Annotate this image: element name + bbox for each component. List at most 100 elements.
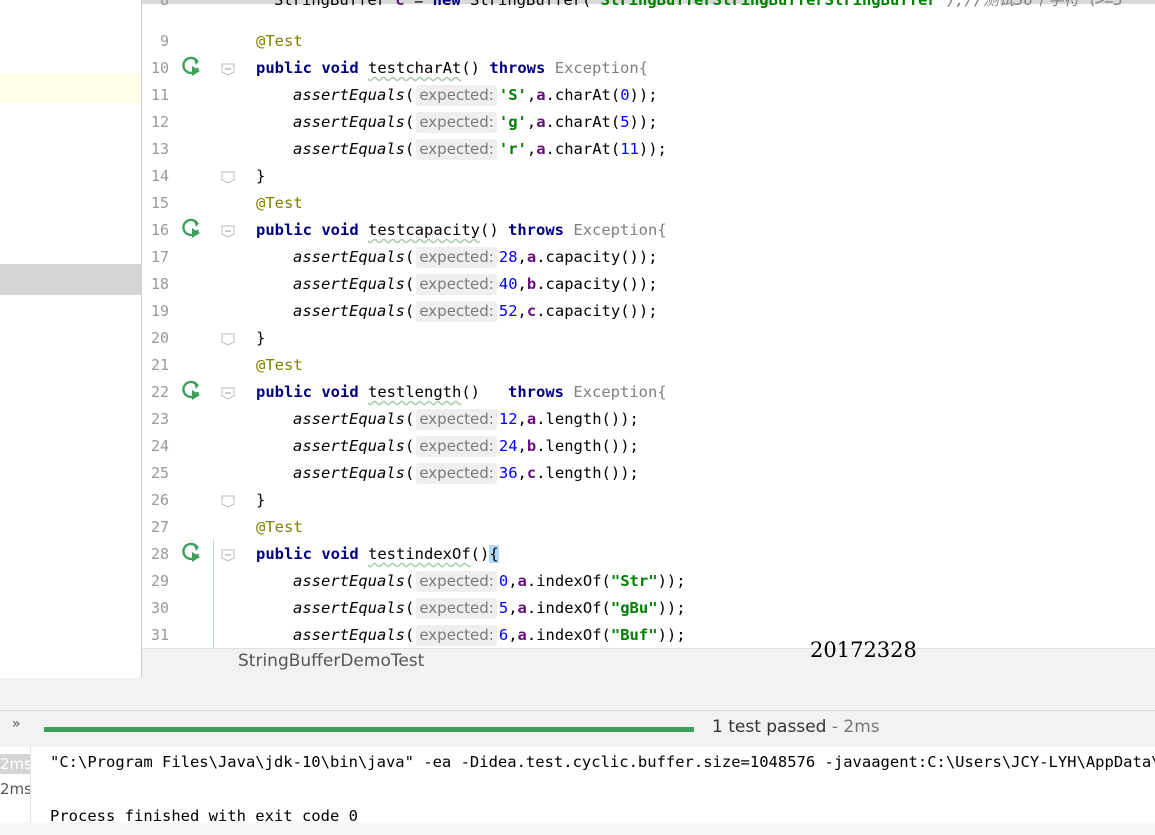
method-call: assertEquals [293, 599, 405, 617]
parameter-hint: expected: [416, 274, 497, 295]
code-line[interactable]: public void testcapacity() throws Except… [256, 217, 667, 244]
annotation-token: @Test [256, 32, 303, 50]
exception-token: Exception{ [573, 221, 667, 239]
project-tree-row-highlight[interactable] [0, 73, 141, 103]
parameter-hint: expected: [416, 247, 497, 268]
code-token: ( [404, 86, 415, 104]
code-token: ( [404, 599, 415, 617]
code-line[interactable]: @Test [256, 514, 303, 541]
student-id-watermark: 20172328 [810, 638, 917, 662]
code-line[interactable]: public void testindexOf(){ [256, 541, 499, 568]
literal-token: 'r' [498, 140, 527, 158]
variable-token: b [526, 437, 537, 455]
fold-start-icon[interactable] [221, 385, 235, 400]
code-token: .length() [536, 464, 621, 482]
code-line[interactable]: } [256, 163, 265, 190]
parameter-hint: expected: [416, 625, 497, 646]
fold-start-icon[interactable] [221, 223, 235, 238]
code-token: , [517, 275, 527, 293]
code-line[interactable]: @Test [256, 28, 303, 55]
code-token: , [508, 599, 518, 617]
method-call: assertEquals [293, 140, 405, 158]
variable-token: a [517, 572, 527, 590]
run-test-icon[interactable] [180, 56, 202, 78]
code-token: )); [629, 113, 658, 131]
breadcrumb-file[interactable]: StringBufferDemoTest [238, 651, 424, 671]
test-tree-item-selected[interactable]: 2ms [0, 754, 32, 774]
code-line[interactable]: assertEquals(expected: 24,b.length()); [293, 433, 639, 460]
line-number: 29 [150, 572, 169, 590]
code-token: ( [404, 410, 415, 428]
line-number: 8 [159, 0, 169, 9]
keyword-token: void [321, 221, 359, 239]
code-line[interactable]: assertEquals(expected: 36,c.length()); [293, 460, 639, 487]
code-line[interactable]: assertEquals(expected: 'S',a.charAt(0)); [293, 82, 658, 109]
code-line[interactable]: assertEquals(expected: 40,b.capacity()); [293, 271, 658, 298]
code-line[interactable]: } [256, 487, 265, 514]
indent-guide [213, 540, 214, 648]
keyword-token: public [256, 545, 312, 563]
code-token: ); [620, 410, 639, 428]
exception-token: Exception{ [554, 59, 649, 77]
code-token: .capacity() [536, 248, 639, 266]
run-test-icon[interactable] [180, 542, 202, 564]
parameter-hint: expected: [416, 598, 497, 619]
fold-end-icon[interactable] [221, 493, 235, 508]
code-line[interactable]: @Test [256, 190, 303, 217]
code-line[interactable]: assertEquals(expected:'g',a.charAt(5)); [293, 109, 658, 136]
code-token: , [526, 140, 537, 158]
keyword-token: throws [508, 383, 565, 401]
variable-token: a [526, 248, 537, 266]
code-token: .charAt( [545, 113, 621, 131]
method-call: assertEquals [293, 572, 405, 590]
fold-start-icon[interactable] [221, 547, 235, 562]
code-token: , [517, 410, 527, 428]
literal-token: 28 [498, 248, 518, 266]
literal-token: 5 [498, 599, 509, 617]
variable-token: a [517, 626, 527, 644]
code-token: ( [404, 302, 415, 320]
code-line[interactable]: assertEquals(expected: 12,a.length()); [293, 406, 639, 433]
project-tree-row-selected[interactable] [0, 264, 141, 295]
code-line[interactable]: assertEquals(expected: 6,a.indexOf("Buf")… [293, 622, 686, 649]
code-line: StringBuffer c = new StringBuffer("Strin… [274, 0, 1123, 14]
literal-token: 0 [498, 572, 509, 590]
method-call: assertEquals [293, 626, 405, 644]
fold-start-icon[interactable] [221, 61, 235, 76]
line-number: 30 [150, 599, 169, 617]
variable-token: a [536, 113, 546, 131]
code-token: ( [404, 437, 415, 455]
code-line[interactable]: public void testcharAt() throws Exceptio… [256, 55, 648, 82]
code-line[interactable]: assertEquals(expected: 52,c.capacity()); [293, 298, 658, 325]
fold-end-icon[interactable] [221, 331, 235, 346]
method-call: assertEquals [293, 464, 405, 482]
fold-end-icon[interactable] [221, 169, 235, 184]
code-line[interactable]: @Test [256, 352, 303, 379]
keyword-token: void [321, 383, 359, 401]
code-line[interactable]: assertEquals(expected: 5,a.indexOf("gBu")… [293, 595, 686, 622]
method-name: testindexOf [368, 545, 471, 563]
line-number: 28 [150, 545, 169, 563]
code-line[interactable]: assertEquals(expected: 0,a.indexOf("Str")… [293, 568, 686, 595]
test-tree-item[interactable]: 2ms [0, 779, 32, 799]
literal-token: "Str" [610, 572, 658, 590]
code-line[interactable]: assertEquals(expected:'r',a.charAt(11)); [293, 136, 667, 163]
method-call: assertEquals [293, 437, 405, 455]
parameter-hint: expected: [416, 463, 497, 484]
expand-icon[interactable]: » [12, 716, 21, 732]
run-test-icon[interactable] [180, 218, 202, 240]
code-token: ( [404, 464, 415, 482]
line-number: 17 [150, 248, 169, 266]
code-line[interactable]: assertEquals(expected: 28,a.capacity()); [293, 244, 658, 271]
literal-token: 11 [620, 140, 639, 158]
code-line[interactable]: } [256, 325, 265, 352]
run-test-icon[interactable] [180, 380, 202, 402]
code-token: ); [638, 302, 658, 320]
test-status: 1 test passed - 2ms [712, 717, 880, 737]
code-line[interactable]: public void testlength() throws Exceptio… [256, 379, 667, 406]
